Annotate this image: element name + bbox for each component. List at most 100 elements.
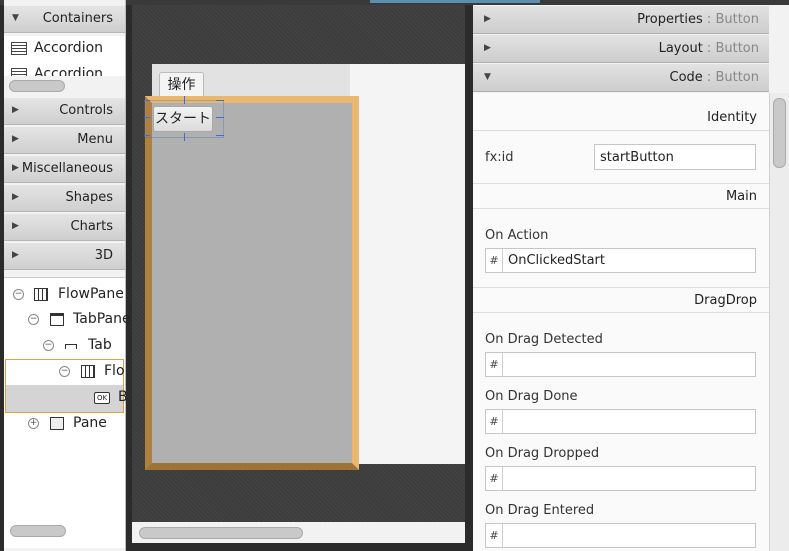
tree-node-label: Pane	[73, 415, 107, 431]
fxid-value: startButton	[600, 150, 674, 165]
on-drag-entered-field[interactable]: #	[485, 523, 756, 548]
tabpane-icon	[50, 313, 64, 326]
tree-node-label: FlowPane	[58, 286, 124, 302]
chevron-right-icon: ▶	[12, 221, 19, 231]
library-item-label: Accordion	[34, 40, 104, 56]
selection-handle[interactable]	[144, 135, 150, 136]
collapse-icon[interactable]: −	[43, 340, 54, 351]
tree-node-label: B	[118, 389, 128, 405]
library-scroll-track	[4, 76, 125, 96]
library-section-label: Shapes	[65, 190, 113, 205]
panel-separator: :	[702, 12, 716, 27]
on-drag-done-field[interactable]: #	[485, 409, 756, 434]
hash-icon: #	[486, 410, 503, 433]
on-action-value: OnClickedStart	[508, 253, 605, 268]
selection-handle[interactable]	[216, 135, 224, 136]
accordion-icon	[11, 42, 27, 55]
section-title: Identity	[707, 110, 757, 125]
tab-operation[interactable]: 操作	[159, 72, 204, 98]
section-identity: Identity	[473, 105, 769, 131]
chevron-right-icon: ▶	[12, 192, 19, 202]
chevron-right-icon: ▶	[12, 163, 19, 173]
tree-node-label: Tab	[88, 337, 112, 353]
collapse-icon[interactable]: −	[28, 314, 39, 325]
on-action-field[interactable]: # OnClickedStart	[485, 248, 756, 273]
inspector-vscrollbar[interactable]	[773, 98, 786, 168]
tree-node-label: TabPane	[73, 311, 131, 327]
selection-handle[interactable]	[184, 133, 185, 141]
on-drag-done-label: On Drag Done	[485, 389, 578, 404]
collapse-icon[interactable]: −	[59, 366, 70, 377]
library-section-label: Menu	[77, 132, 113, 147]
accordion-icon	[11, 68, 27, 76]
panel-title: Properties	[637, 12, 703, 27]
library-section-3d[interactable]: ▶ 3D	[4, 243, 125, 270]
chevron-down-icon: ▼	[12, 13, 19, 23]
selection-handle[interactable]	[184, 96, 185, 104]
panel-title: Code	[669, 70, 703, 85]
design-canvas[interactable]: 操作 スタート	[132, 5, 465, 522]
library-section-shapes[interactable]: ▶ Shapes	[4, 185, 125, 212]
canvas-scroll-track	[132, 522, 465, 543]
panel-title: Layout	[658, 41, 703, 56]
library-section-label: Miscellaneous	[21, 161, 113, 176]
section-title: Main	[725, 189, 757, 204]
inspector-code-header[interactable]: ▼ Code : Button	[473, 64, 769, 92]
collapse-icon[interactable]: −	[13, 289, 24, 300]
tree-node-tabpane[interactable]: − TabPane	[4, 308, 131, 332]
tree-node-label: Flo	[104, 363, 125, 379]
canvas-hscrollbar[interactable]	[139, 527, 303, 539]
library-hscrollbar[interactable]	[9, 80, 65, 92]
library-section-label: Controls	[59, 103, 113, 118]
chevron-right-icon: ▶	[12, 250, 19, 260]
tree-hscrollbar[interactable]	[10, 525, 66, 537]
selected-flowpane[interactable]	[145, 96, 359, 470]
selection-handle[interactable]	[216, 117, 224, 118]
pane-icon	[50, 417, 64, 430]
library-section-controls[interactable]: ▶ Controls	[4, 98, 125, 125]
library-section-label: Charts	[70, 219, 114, 234]
inspector-layout-header[interactable]: ▶ Layout : Button	[473, 35, 769, 63]
library-item-accordion[interactable]: Accordion	[4, 36, 125, 62]
library-section-menu[interactable]: ▶ Menu	[4, 127, 125, 154]
tree-node-tab[interactable]: − Tab	[4, 334, 125, 358]
chevron-right-icon: ▶	[484, 43, 491, 53]
fxid-field[interactable]: startButton	[594, 144, 756, 170]
tree-node-button-selected[interactable]: OK B	[5, 385, 128, 413]
on-drag-detected-field[interactable]: #	[485, 352, 756, 377]
flowpane-icon	[34, 288, 48, 301]
library-section-miscellaneous[interactable]: ▶ Miscellaneous	[4, 156, 125, 183]
code-section-content: Identity fx:id startButton Main On Actio…	[473, 93, 769, 551]
chevron-down-icon: ▼	[484, 72, 491, 82]
inspector-properties-header[interactable]: ▶ Properties : Button	[473, 6, 769, 34]
on-drag-entered-label: On Drag Entered	[485, 503, 595, 518]
section-title: DragDrop	[694, 293, 757, 308]
panel-separator: :	[702, 70, 716, 85]
on-drag-dropped-label: On Drag Dropped	[485, 446, 600, 461]
hash-icon: #	[486, 249, 503, 272]
hierarchy-panel: − FlowPane − TabPane − Tab − Flo OK B + …	[4, 277, 131, 548]
chevron-right-icon: ▶	[12, 105, 19, 115]
selection-handle[interactable]	[144, 100, 150, 101]
library-item-accordion[interactable]: Accordion	[4, 62, 125, 76]
tree-node-flowpane[interactable]: − FlowPane	[4, 283, 125, 307]
section-main: Main	[473, 183, 769, 209]
on-drag-dropped-field[interactable]: #	[485, 466, 756, 491]
selection-handle[interactable]	[216, 100, 224, 101]
tree-node-flowpane-child[interactable]: − Flo	[5, 359, 125, 385]
panel-separator: :	[702, 41, 716, 56]
tree-node-pane[interactable]: + Pane	[4, 412, 125, 436]
panel-subtitle: Button	[715, 12, 759, 27]
library-section-label: Containers	[42, 11, 113, 26]
tab-icon	[65, 344, 77, 349]
selection-handle[interactable]	[144, 117, 150, 118]
library-section-charts[interactable]: ▶ Charts	[4, 214, 125, 241]
hash-icon: #	[486, 467, 503, 490]
expand-icon[interactable]: +	[28, 418, 39, 429]
library-section-containers[interactable]: ▼ Containers	[4, 6, 125, 33]
section-dragdrop: DragDrop	[473, 287, 769, 313]
button-icon: OK	[94, 392, 110, 404]
flowpane-icon	[81, 365, 95, 378]
library-section-label: 3D	[94, 248, 113, 263]
hash-icon: #	[486, 353, 503, 376]
